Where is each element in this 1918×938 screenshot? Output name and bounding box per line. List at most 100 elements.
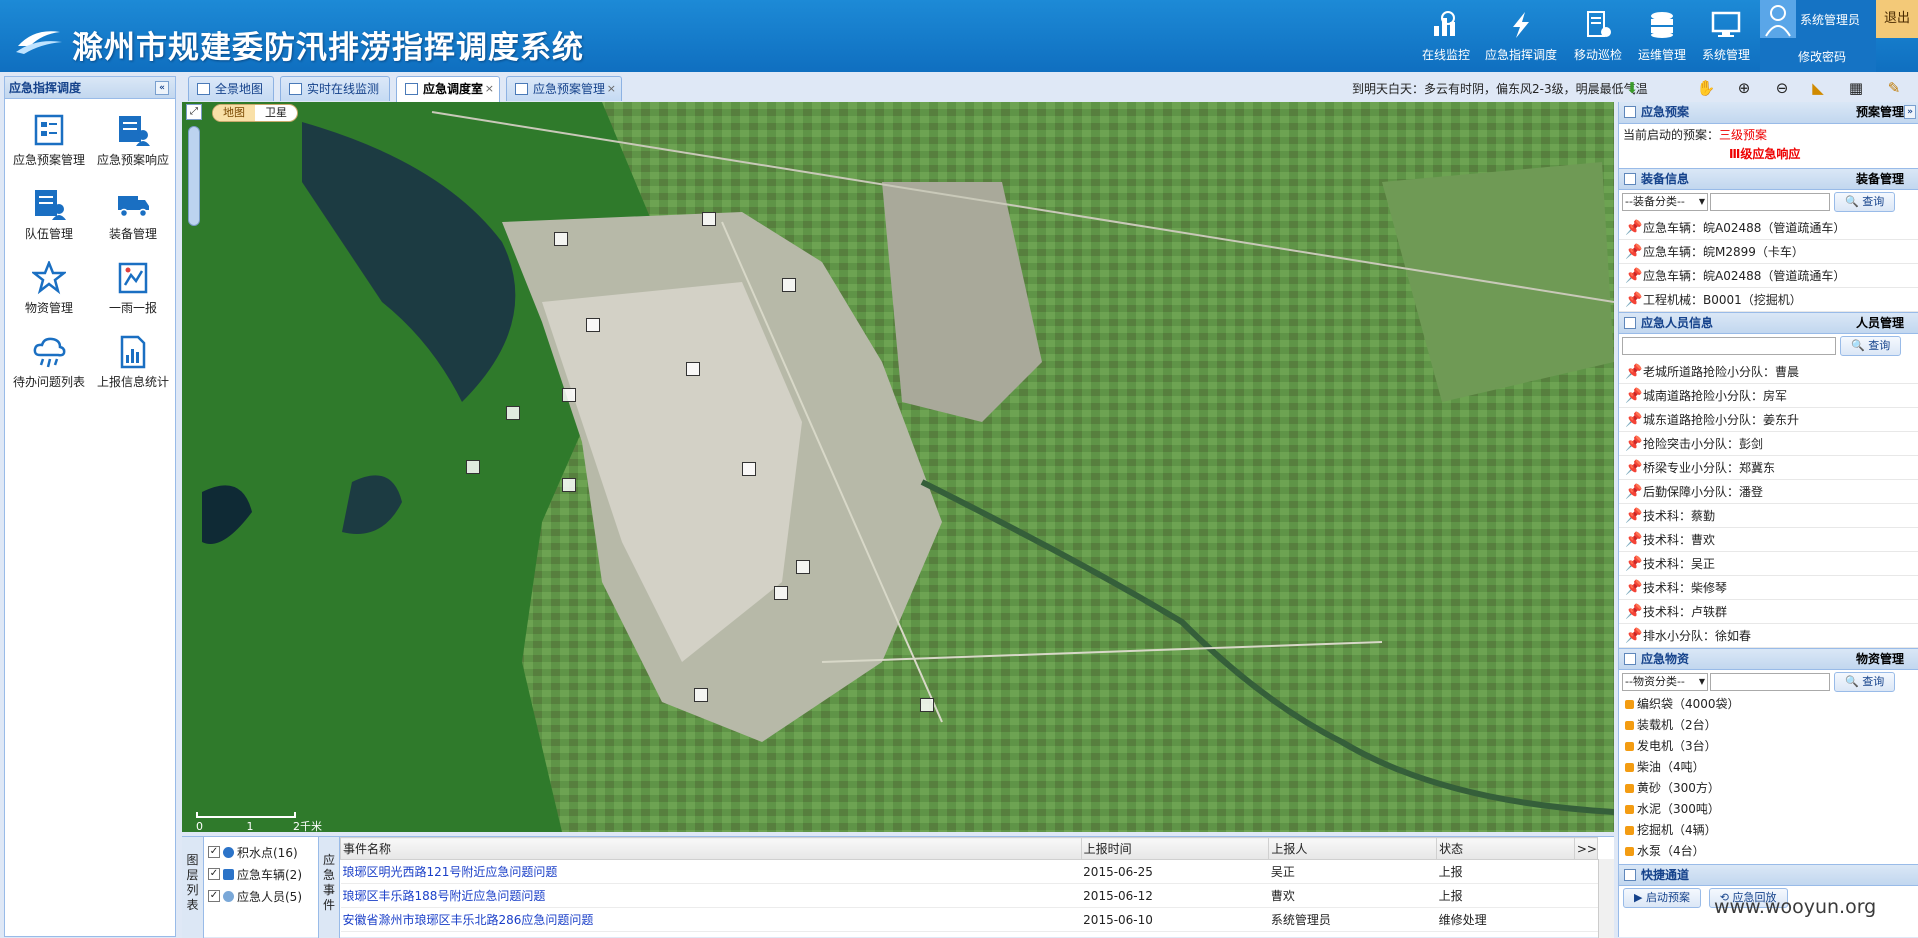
collapse-left-icon[interactable]: « (155, 81, 169, 95)
list-item[interactable]: 装载机（2台） (1619, 715, 1918, 736)
event-name-link[interactable]: 安徽省滁州市琅琊区丰乐北路286应急问题问题 (340, 907, 1082, 932)
clear-brush-icon[interactable]: ✎ (1884, 78, 1904, 98)
map-type-map[interactable]: 地图 (213, 105, 255, 121)
list-item[interactable]: 📌 技术科：蔡勤 (1619, 504, 1918, 528)
equipment-manage-link[interactable]: 装备管理 (1856, 169, 1904, 189)
list-item[interactable]: 📌 老城所道路抢险小分队：曹晨 (1619, 360, 1918, 384)
materials-search-input[interactable] (1710, 673, 1830, 691)
personnel-query-button[interactable]: 🔍 查询 (1840, 336, 1902, 356)
list-item[interactable]: 📌 城东道路抢险小分队：姜东升 (1619, 408, 1918, 432)
map-marker[interactable] (554, 232, 568, 246)
menu-materials-manage[interactable]: 物资管理 (7, 259, 91, 333)
nav-online-monitor[interactable]: 在线监控 (1414, 6, 1478, 68)
pan-hand-icon[interactable]: ✋ (1696, 78, 1716, 98)
column-header[interactable]: 状态 (1436, 837, 1575, 860)
measure-area-icon[interactable]: ▦ (1846, 78, 1866, 98)
zoom-slider[interactable] (188, 126, 200, 226)
column-header[interactable]: 上报时间 (1080, 837, 1270, 860)
zoom-in-icon[interactable]: ⊕ (1734, 78, 1754, 98)
map-marker[interactable] (466, 460, 480, 474)
nav-ops-manage[interactable]: 运维管理 (1630, 6, 1694, 68)
map-marker[interactable] (694, 688, 708, 702)
map-marker[interactable] (920, 698, 934, 712)
menu-equipment-manage[interactable]: 装备管理 (91, 185, 175, 259)
menu-report-stats[interactable]: 上报信息统计 (91, 333, 175, 407)
menu-todo-issues[interactable]: 待办问题列表 (7, 333, 91, 407)
list-item[interactable]: 黄砂（300方） (1619, 778, 1918, 799)
nav-mobile-inspect[interactable]: 移动巡检 (1566, 6, 1630, 68)
event-name-link[interactable]: 琅琊区丰乐路188号附近应急问题问题 (340, 883, 1082, 908)
list-item[interactable]: 📌 应急车辆：皖A02488（管道疏通车） (1619, 264, 1918, 288)
tab-panorama-map[interactable]: 全景地图 (188, 76, 274, 101)
menu-team-manage[interactable]: 队伍管理 (7, 185, 91, 259)
measure-ruler-icon[interactable]: ◣ (1808, 78, 1828, 98)
map-type-satellite[interactable]: 卫星 (255, 105, 297, 121)
map-marker[interactable] (782, 278, 796, 292)
list-item[interactable]: 📌 抢险突击小分队：彭剑 (1619, 432, 1918, 456)
list-item[interactable]: 📌 城南道路抢险小分队：房军 (1619, 384, 1918, 408)
table-row[interactable]: 琅琊区明光西路121号附近应急问题问题 2015-06-25 吴正 上报 (340, 859, 1598, 884)
tab-plan-manage[interactable]: 应急预案管理 × (506, 76, 622, 101)
nav-system-manage[interactable]: 系统管理 (1694, 6, 1758, 68)
materials-category-select[interactable]: --物资分类-- (1622, 673, 1708, 691)
tab-emergency-room[interactable]: 应急调度室 × (396, 76, 500, 102)
list-item[interactable]: 📌 工程机械：B0001（挖掘机） (1619, 288, 1918, 312)
logout-button[interactable]: 退出 (1876, 0, 1918, 38)
checkbox[interactable]: ✓ (208, 868, 220, 880)
start-plan-button[interactable]: ▶ 启动预案 (1623, 888, 1701, 908)
personnel-manage-link[interactable]: 人员管理 (1856, 313, 1904, 333)
equipment-query-button[interactable]: 🔍 查询 (1834, 192, 1896, 212)
list-item[interactable]: 水泵（4台） (1619, 841, 1918, 862)
materials-query-button[interactable]: 🔍 查询 (1834, 672, 1896, 692)
map-marker[interactable] (562, 478, 576, 492)
table-row[interactable]: 琅琊区丰乐路188号附近应急问题问题 2015-06-12 曹欢 上报 (340, 883, 1598, 908)
list-item[interactable]: 📌 应急车辆：皖A02488（管道疏通车） (1619, 216, 1918, 240)
list-item[interactable]: 📌 后勤保障小分队：潘登 (1619, 480, 1918, 504)
close-icon[interactable]: × (607, 77, 616, 101)
list-item[interactable]: 📌 技术科：卢轶群 (1619, 600, 1918, 624)
nav-emergency-dispatch[interactable]: 应急指挥调度 (1484, 6, 1558, 68)
list-item[interactable]: 📌 技术科：曹欢 (1619, 528, 1918, 552)
list-item[interactable]: 📌 技术科：吴正 (1619, 552, 1918, 576)
equipment-category-select[interactable]: --装备分类-- (1622, 193, 1708, 211)
change-password-link[interactable]: 修改密码 (1798, 48, 1846, 65)
tab-realtime-monitor[interactable]: 实时在线监测 (280, 76, 390, 101)
list-item[interactable]: 📌 排水小分队：徐如春 (1619, 624, 1918, 648)
personnel-search-input[interactable] (1622, 337, 1836, 355)
map-marker[interactable] (796, 560, 810, 574)
layer-item[interactable]: ✓ 应急车辆(2) (208, 863, 318, 885)
map-marker[interactable] (742, 462, 756, 476)
close-icon[interactable]: × (485, 77, 494, 101)
event-name-link[interactable]: 琅琊区明光西路121号附近应急问题问题 (340, 859, 1082, 884)
menu-rain-report[interactable]: 一雨一报 (91, 259, 175, 333)
menu-plan-manage[interactable]: 应急预案管理 (7, 111, 91, 185)
column-header[interactable]: 上报人 (1268, 837, 1438, 860)
map-marker[interactable] (702, 212, 716, 226)
list-item[interactable]: 📌 桥梁专业小分队：郑冀东 (1619, 456, 1918, 480)
list-item[interactable]: 柴油（4吨） (1619, 757, 1918, 778)
map-marker[interactable] (586, 318, 600, 332)
expand-columns-button[interactable]: >> (1573, 837, 1599, 860)
full-extent-icon[interactable]: ⤢ (186, 104, 202, 120)
satellite-map[interactable]: ⤢ 地图 卫星 0 1 2千米 (182, 102, 1614, 832)
list-item[interactable]: 编织袋（4000袋） (1619, 694, 1918, 715)
column-header[interactable]: 事件名称 (340, 837, 1082, 860)
zoom-out-icon[interactable]: ⊖ (1772, 78, 1792, 98)
menu-plan-response[interactable]: 应急预案响应 (91, 111, 175, 185)
map-marker[interactable] (774, 586, 788, 600)
checkbox[interactable]: ✓ (208, 890, 220, 902)
equipment-search-input[interactable] (1710, 193, 1830, 211)
list-item[interactable]: 水泥（300吨） (1619, 799, 1918, 820)
checkbox[interactable]: ✓ (208, 846, 220, 858)
list-item[interactable]: 📌 应急车辆：皖M2899（卡车） (1619, 240, 1918, 264)
map-marker[interactable] (686, 362, 700, 376)
plan-manage-link[interactable]: 预案管理 (1856, 102, 1904, 122)
map-marker[interactable] (562, 388, 576, 402)
layer-item[interactable]: ✓ 积水点(16) (208, 841, 318, 863)
table-row[interactable]: 安徽省滁州市琅琊区丰乐北路286应急问题问题 2015-06-10 系统管理员 … (340, 907, 1598, 932)
list-item[interactable]: 发电机（3台） (1619, 736, 1918, 757)
map-marker[interactable] (506, 406, 520, 420)
list-item[interactable]: 挖掘机（4辆） (1619, 820, 1918, 841)
download-icon[interactable]: ⬇ (1622, 78, 1642, 98)
list-item[interactable]: 📌 技术科：柴修琴 (1619, 576, 1918, 600)
